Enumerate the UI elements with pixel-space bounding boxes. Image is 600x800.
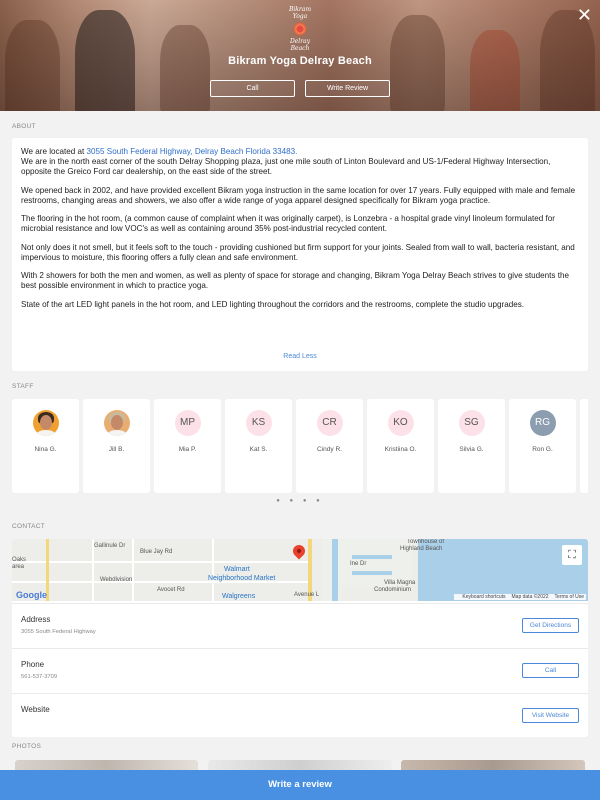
staff-avatar: MP: [174, 410, 201, 436]
staff-avatar: KO: [387, 410, 414, 436]
get-directions-button[interactable]: Get Directions: [522, 618, 579, 633]
phone-title: Phone: [21, 660, 45, 669]
staff-card[interactable]: KS Kat S.: [225, 399, 292, 493]
about-paragraph: We are located at 3055 South Federal Hig…: [21, 147, 551, 176]
staff-card[interactable]: Jill B.: [83, 399, 150, 493]
google-logo: Google: [16, 590, 47, 600]
phone-row: Phone 561-537-3709 Call: [12, 648, 588, 693]
address-value: 3055 South Federal Highway: [21, 629, 96, 635]
fullscreen-icon[interactable]: ⛶: [562, 545, 582, 565]
header-hero: ✕ Bikram Yoga Delray Beach Bikram Yoga D…: [0, 0, 600, 111]
staff-section-label: STAFF: [12, 383, 34, 390]
phone-call-button[interactable]: Call: [522, 663, 579, 678]
staff-avatar: KS: [245, 410, 272, 436]
write-a-review-button[interactable]: Write a review: [0, 770, 600, 800]
staff-name: Nina G.: [34, 446, 57, 453]
staff-card[interactable]: KO Kristiina O.: [367, 399, 434, 493]
website-title: Website: [21, 705, 50, 714]
staff-avatar: CR: [316, 410, 343, 436]
logo-text: Bikram Yoga: [288, 6, 312, 20]
staff-card-partial[interactable]: [580, 399, 588, 493]
studio-logo: Bikram Yoga Delray Beach: [281, 6, 319, 52]
photos-section-label: PHOTOS: [12, 743, 42, 750]
website-row: Website Visit Website: [12, 693, 588, 737]
carousel-pagination[interactable]: ● ● ● ●: [0, 498, 600, 504]
staff-carousel[interactable]: Nina G. Jill B. MP Mia P. KS Kat S. CR C…: [12, 399, 588, 494]
phone-value: 561-537-3709: [21, 674, 58, 680]
staff-avatar: SG: [458, 410, 485, 436]
address-row: Address 3055 South Federal Highway Get D…: [12, 603, 588, 648]
staff-card[interactable]: SG Silvia G.: [438, 399, 505, 493]
staff-name: Mia P.: [178, 446, 197, 453]
staff-name: Kristiina O.: [384, 446, 417, 453]
staff-card[interactable]: MP Mia P.: [154, 399, 221, 493]
staff-card[interactable]: RG Ron G.: [509, 399, 576, 493]
contact-section-label: CONTACT: [12, 523, 46, 530]
staff-avatar: [103, 410, 130, 436]
about-paragraph: The flooring in the hot room, (a common …: [21, 214, 555, 233]
about-card: We are located at 3055 South Federal Hig…: [12, 138, 588, 371]
staff-avatar: [32, 410, 59, 436]
about-paragraph: With 2 showers for both the men and wome…: [21, 271, 569, 290]
read-less-link[interactable]: Read Less: [12, 352, 588, 362]
about-section-label: ABOUT: [12, 123, 36, 130]
contact-card: Oaks area Webdivision Avocet Rd Blue Jay…: [12, 539, 588, 737]
close-icon[interactable]: ✕: [577, 6, 592, 24]
about-paragraph: Not only does it not smell, but it feels…: [21, 242, 575, 262]
staff-name: Jill B.: [108, 446, 125, 453]
staff-card[interactable]: CR Cindy R.: [296, 399, 363, 493]
staff-card[interactable]: Nina G.: [12, 399, 79, 493]
header-write-review-button[interactable]: Write Review: [305, 80, 390, 97]
sun-logo-icon: [292, 21, 308, 37]
staff-name: Silvia G.: [459, 446, 484, 453]
about-paragraph: We opened back in 2002, and have provide…: [21, 185, 576, 205]
address-title: Address: [21, 615, 51, 624]
logo-text: Delray Beach: [289, 38, 311, 52]
address-link[interactable]: 3055 South Federal Highway, Delray Beach…: [87, 147, 298, 156]
staff-avatar: RG: [529, 410, 556, 436]
about-paragraph: State of the art LED light panels in the…: [21, 299, 525, 309]
studio-title: Bikram Yoga Delray Beach: [228, 55, 372, 67]
staff-name: Ron G.: [532, 446, 553, 453]
map-attribution: Keyboard shortcuts Map data ©2022 Terms of…: [454, 594, 586, 600]
visit-website-button[interactable]: Visit Website: [522, 708, 579, 723]
staff-name: Cindy R.: [317, 446, 342, 453]
staff-name: Kat S.: [249, 446, 268, 453]
location-map[interactable]: Oaks area Webdivision Avocet Rd Blue Jay…: [12, 539, 588, 601]
header-call-button[interactable]: Call: [210, 80, 295, 97]
